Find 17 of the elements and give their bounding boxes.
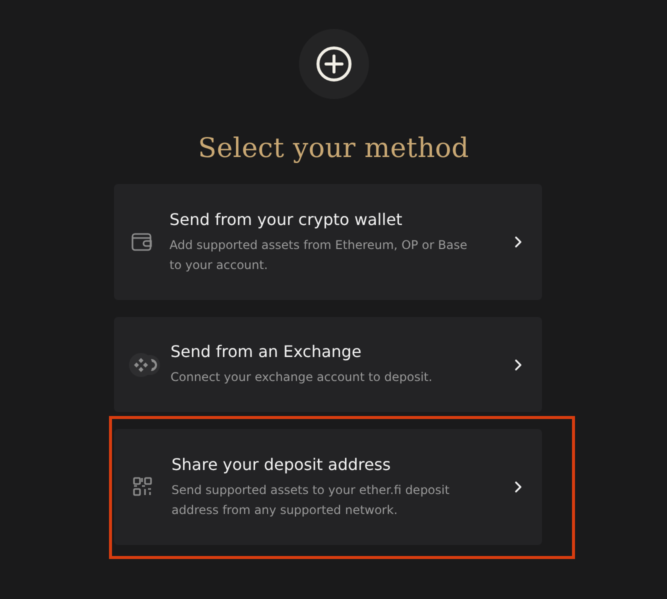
option-title: Send from your crypto wallet [170, 210, 404, 228]
add-icon [316, 46, 352, 82]
option-description: Add supported assets from Ethereum, OP or Base to your account. [170, 236, 468, 274]
qr-code-icon [132, 477, 152, 497]
option-description: Connect your exchange account to deposit. [170, 369, 434, 386]
wallet-icon [130, 232, 152, 252]
option-title: Send from an Exchange [170, 342, 362, 361]
method-option[interactable]: Send from an Exchange Connect your exchange account to deposit. [114, 317, 542, 412]
option-description: Send supported assets to your ether.fi deposit address from any supported network. [172, 482, 450, 518]
method-option[interactable]: Send from your crypto wallet Add supported assets from Ethereum, OP or Base to your account. [114, 184, 542, 300]
chevron-right-icon [514, 481, 522, 493]
page-title: Select your method [198, 133, 469, 164]
chevron-right-icon [514, 236, 522, 248]
chevron-right-icon [514, 358, 522, 370]
method-option[interactable]: Share your deposit address Send supported assets to your ether.fi deposit address from any supported network. [114, 429, 542, 545]
exchange-logo-icon [128, 352, 162, 378]
option-title: Share your deposit address [172, 454, 392, 474]
